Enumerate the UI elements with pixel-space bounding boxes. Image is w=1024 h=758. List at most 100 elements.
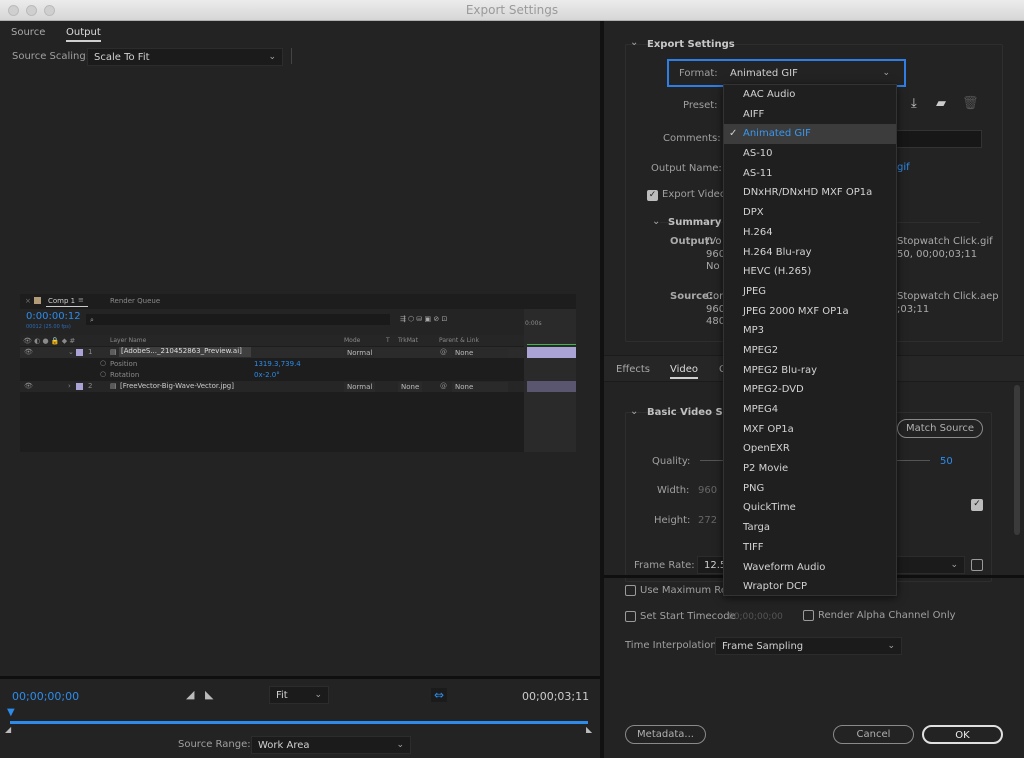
- format-menu-item[interactable]: JPEG: [724, 282, 896, 302]
- out-point-handle[interactable]: ◣: [586, 725, 592, 734]
- format-menu-item[interactable]: AAC Audio: [724, 85, 896, 105]
- property-value[interactable]: 0x-2.0°: [254, 371, 280, 379]
- parent-dropdown[interactable]: None: [452, 382, 508, 392]
- format-menu-item[interactable]: P2 Movie: [724, 459, 896, 479]
- chevron-down-icon: ⌄: [268, 52, 276, 62]
- metadata-button[interactable]: Metadata...: [625, 725, 706, 744]
- format-menu-item-label: AIFF: [743, 108, 765, 120]
- format-menu-item[interactable]: AS-11: [724, 164, 896, 184]
- format-menu-item[interactable]: Waveform Audio: [724, 558, 896, 578]
- output-name-link[interactable]: gif: [897, 162, 910, 173]
- time-interpolation-label: Time Interpolation:: [625, 640, 721, 651]
- tab-video[interactable]: Video: [670, 364, 699, 379]
- format-menu-item[interactable]: ✓ Animated GIF: [724, 124, 896, 145]
- format-menu-item[interactable]: MPEG4: [724, 400, 896, 420]
- use-max-render-checkbox[interactable]: [625, 585, 636, 596]
- title-bar: Export Settings: [0, 0, 1024, 21]
- format-menu-item-label: Animated GIF: [743, 128, 811, 140]
- scrub-bar[interactable]: [10, 721, 588, 724]
- format-menu-item[interactable]: MXF OP1a: [724, 420, 896, 440]
- set-start-timecode-checkbox[interactable]: [625, 611, 636, 622]
- ok-button[interactable]: OK: [922, 725, 1003, 744]
- width-value[interactable]: 960: [698, 485, 717, 496]
- format-menu-item[interactable]: JPEG 2000 MXF OP1a: [724, 302, 896, 322]
- divider: [291, 48, 292, 64]
- scrollbar[interactable]: [1014, 385, 1020, 535]
- render-alpha-checkbox[interactable]: [803, 610, 814, 621]
- preview-image: × Comp 1 ≡ Render Queue 0:00:00:12 00012…: [20, 294, 576, 452]
- match-source-checkbox[interactable]: ✓: [971, 499, 983, 511]
- layer-name[interactable]: [FreeVector-Big-Wave-Vector.jpg]: [120, 382, 234, 390]
- format-menu-item[interactable]: MPEG2: [724, 341, 896, 361]
- format-menu-item[interactable]: OpenEXR: [724, 439, 896, 459]
- import-preset-icon[interactable]: ▰: [936, 96, 946, 111]
- layer-search-input[interactable]: ⌕: [86, 314, 390, 325]
- in-point-handle[interactable]: ◢: [5, 725, 11, 734]
- height-value[interactable]: 272: [698, 515, 717, 526]
- format-menu-item[interactable]: H.264: [724, 223, 896, 243]
- parent-dropdown[interactable]: None: [452, 348, 508, 358]
- match-source-button[interactable]: Match Source: [897, 419, 983, 438]
- format-menu-item[interactable]: Targa: [724, 518, 896, 538]
- render-alpha-label: Render Alpha Channel Only: [818, 610, 956, 621]
- format-menu-item[interactable]: H.264 Blu-ray: [724, 243, 896, 263]
- format-menu-item-label: AS-11: [743, 167, 773, 179]
- source-range-dropdown[interactable]: Work Area ⌄: [251, 736, 411, 754]
- format-menu-item[interactable]: QuickTime: [724, 498, 896, 518]
- format-menu-item-label: PNG: [743, 482, 765, 494]
- chevron-down-icon[interactable]: ⌄: [630, 406, 638, 417]
- eye-icon: 👁: [24, 348, 33, 356]
- format-menu-item[interactable]: AS-10: [724, 144, 896, 164]
- comments-input[interactable]: [895, 130, 982, 148]
- format-menu-item[interactable]: AIFF: [724, 105, 896, 125]
- layer-row[interactable]: [20, 381, 524, 392]
- time-interpolation-value: Frame Sampling: [722, 641, 804, 652]
- time-interpolation-dropdown[interactable]: Frame Sampling ⌄: [715, 637, 902, 655]
- label-color: [76, 383, 83, 390]
- trkmat-dropdown[interactable]: None: [398, 382, 423, 392]
- col-parent: Parent & Link: [439, 337, 479, 344]
- layer-mode-dropdown[interactable]: Normal: [344, 348, 376, 358]
- zoom-value: Fit: [276, 690, 288, 701]
- tab-output[interactable]: Output: [66, 27, 101, 42]
- playhead[interactable]: ▼: [7, 707, 15, 718]
- preset-label: Preset:: [683, 100, 718, 111]
- source-scaling-dropdown[interactable]: Scale To Fit ⌄: [87, 48, 283, 66]
- format-menu-item[interactable]: HEVC (H.265): [724, 262, 896, 282]
- save-preset-icon[interactable]: ⤓: [911, 96, 917, 111]
- tab-source[interactable]: Source: [11, 27, 45, 38]
- format-dropdown[interactable]: Animated GIF ⌄: [723, 64, 897, 82]
- ruler-label: 0:00s: [525, 320, 542, 327]
- format-menu-item[interactable]: PNG: [724, 479, 896, 499]
- mark-out-icon[interactable]: ◣: [205, 688, 213, 701]
- format-menu-item[interactable]: MPEG2-DVD: [724, 380, 896, 400]
- delete-preset-icon[interactable]: 🗑: [962, 96, 979, 111]
- format-menu-item[interactable]: TIFF: [724, 538, 896, 558]
- format-menu-item[interactable]: DNxHR/DNxHD MXF OP1a: [724, 183, 896, 203]
- set-start-timecode-label: Set Start Timecode: [640, 611, 736, 622]
- quality-value[interactable]: 50: [940, 456, 953, 467]
- layer-name[interactable]: [AdobeS..._210452863_Preview.ai]: [119, 347, 251, 357]
- col-layer-name: Layer Name: [110, 337, 147, 344]
- export-video-checkbox[interactable]: ✓: [647, 190, 658, 201]
- chevron-down-icon[interactable]: ⌄: [630, 37, 638, 48]
- zoom-dropdown[interactable]: Fit ⌄: [269, 686, 329, 704]
- format-menu-item[interactable]: MPEG2 Blu-ray: [724, 361, 896, 381]
- layer-bar[interactable]: [527, 381, 576, 392]
- cancel-button[interactable]: Cancel: [833, 725, 914, 744]
- format-menu-item[interactable]: Wraptor DCP: [724, 577, 896, 597]
- fit-width-icon[interactable]: ⇔: [431, 688, 448, 702]
- property-value[interactable]: 1319.3,739.4: [254, 360, 301, 368]
- format-menu-item-label: JPEG: [743, 285, 767, 297]
- chevron-down-icon[interactable]: ⌄: [652, 216, 660, 227]
- layer-bar[interactable]: [527, 347, 576, 358]
- frame-rate-checkbox[interactable]: [971, 559, 983, 571]
- layer-mode-dropdown[interactable]: Normal: [344, 382, 376, 392]
- format-menu-item[interactable]: DPX: [724, 203, 896, 223]
- layer-row[interactable]: [20, 347, 524, 358]
- tab-effects[interactable]: Effects: [616, 364, 650, 375]
- current-timecode[interactable]: 00;00;00;00: [12, 690, 79, 703]
- format-menu-item[interactable]: MP3: [724, 321, 896, 341]
- mark-in-icon[interactable]: ◢: [186, 688, 194, 701]
- start-timecode-value[interactable]: 00;00;00;00: [728, 612, 783, 622]
